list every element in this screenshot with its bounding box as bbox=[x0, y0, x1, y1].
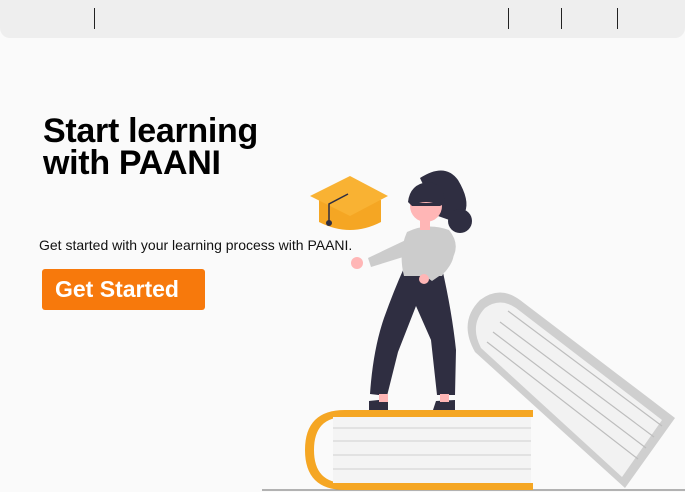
get-started-button[interactable]: Get Started bbox=[42, 269, 205, 310]
hero-title-line-1: Start learning bbox=[43, 112, 258, 150]
graduation-cap-icon bbox=[310, 176, 388, 230]
hero-title: Start learning with PAANI bbox=[43, 112, 258, 182]
hero-subtitle: Get started with your learning process w… bbox=[39, 237, 353, 253]
landing-page: Start learning with PAANI Get started wi… bbox=[0, 0, 685, 492]
hero-title-line-2: with PAANI bbox=[43, 144, 221, 182]
stacked-book-illustration bbox=[305, 410, 533, 490]
